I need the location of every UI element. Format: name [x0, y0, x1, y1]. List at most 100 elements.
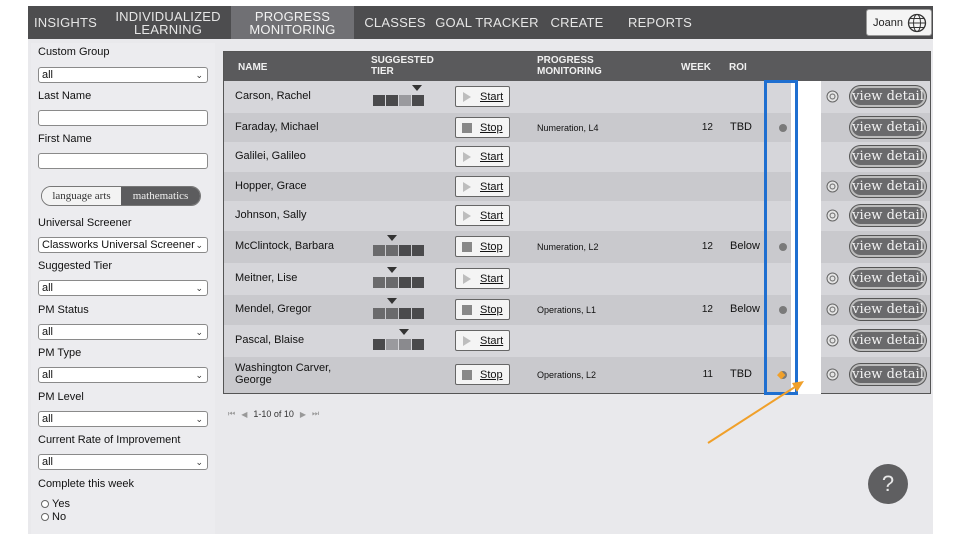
screener-select[interactable]: Classworks Universal Screener ⌄ [38, 237, 208, 253]
settings-icon[interactable] [826, 90, 839, 103]
roi-value: Below [730, 303, 760, 315]
stop-button[interactable]: Stop [455, 364, 510, 385]
last-page-icon[interactable]: ⏭ [312, 409, 319, 419]
status-dot-icon [779, 243, 787, 251]
start-button[interactable]: Start [455, 146, 510, 167]
play-icon [463, 152, 471, 162]
nav-individualized-learning[interactable]: INDIVIDUALIZED LEARNING [108, 6, 228, 39]
custom-group-label: Custom Group [38, 46, 110, 58]
suggested-tier-indicator [373, 235, 425, 256]
student-name[interactable]: Washington Carver, George [235, 362, 331, 386]
settings-icon[interactable] [826, 272, 839, 285]
pager-range: 1-10 of 10 [253, 409, 294, 419]
view-detail-button[interactable]: view detail [850, 236, 926, 257]
week-value: 12 [701, 121, 713, 133]
header-week[interactable]: WEEK [681, 62, 711, 73]
complete-yes-radio[interactable]: Yes [41, 498, 70, 510]
settings-icon[interactable] [826, 209, 839, 222]
prev-page-icon[interactable]: ◀ [241, 410, 247, 419]
student-name[interactable]: Johnson, Sally [235, 209, 307, 221]
complete-week-label: Complete this week [38, 478, 134, 490]
button-label: Stop [480, 369, 503, 381]
suggested-tier-indicator [373, 267, 425, 288]
header-tier[interactable]: SUGGESTED TIER [371, 55, 434, 77]
start-button[interactable]: Start [455, 205, 510, 226]
subject-toggle: language arts mathematics [41, 186, 201, 206]
tier-segment [399, 277, 411, 288]
settings-icon[interactable] [826, 368, 839, 381]
stop-icon [462, 370, 472, 380]
tier-segment [373, 277, 385, 288]
student-name[interactable]: Pascal, Blaise [235, 334, 304, 346]
rate-value: all [42, 456, 54, 468]
header-pm[interactable]: PROGRESS MONITORING [537, 55, 602, 77]
settings-icon[interactable] [826, 334, 839, 347]
start-button[interactable]: Start [455, 86, 510, 107]
button-label: Start [480, 151, 504, 163]
view-detail-button[interactable]: view detail [850, 116, 926, 138]
stop-button[interactable]: Stop [455, 116, 510, 138]
user-menu-button[interactable]: Joann [866, 9, 932, 36]
header-pm-line1: PROGRESS [537, 55, 594, 66]
start-button[interactable]: Start [455, 175, 510, 197]
student-name[interactable]: McClintock, Barbara [235, 240, 334, 252]
tier-filter-label: Suggested Tier [38, 260, 112, 272]
rate-select[interactable]: all ⌄ [38, 454, 208, 470]
tier-filter-select[interactable]: all ⌄ [38, 280, 208, 296]
view-detail-button[interactable]: view detail [850, 175, 926, 197]
start-button[interactable]: Start [455, 268, 510, 289]
nav-classes[interactable]: CLASSES [361, 6, 429, 39]
first-page-icon[interactable]: ⏮ [228, 409, 235, 419]
stop-button[interactable]: Stop [455, 236, 510, 257]
view-detail-button[interactable]: view detail [850, 330, 926, 351]
pm-level-select[interactable]: all ⌄ [38, 411, 208, 427]
button-label: Start [480, 91, 504, 103]
globe-icon [907, 13, 927, 33]
nav-progress-line1: PROGRESS [254, 8, 331, 24]
nav-reports[interactable]: REPORTS [626, 6, 694, 39]
view-detail-button[interactable]: view detail [850, 146, 926, 167]
student-name[interactable]: Galilei, Galileo [235, 150, 306, 162]
chevron-down-icon: ⌄ [195, 70, 203, 80]
subject-mathematics[interactable]: mathematics [121, 187, 200, 205]
start-button[interactable]: Start [455, 330, 510, 351]
suggested-tier-indicator [373, 329, 425, 350]
pm-type-select[interactable]: all ⌄ [38, 367, 208, 383]
student-name[interactable]: Hopper, Grace [235, 180, 307, 192]
warning-icon[interactable]: ◆ [777, 368, 785, 381]
student-name[interactable]: Mendel, Gregor [235, 303, 311, 315]
header-roi[interactable]: ROI [729, 62, 747, 73]
first-name-input[interactable] [38, 153, 208, 169]
settings-icon[interactable] [826, 303, 839, 316]
view-detail-button[interactable]: view detail [850, 364, 926, 385]
nav-progress-monitoring[interactable]: PROGRESS MONITORING [231, 6, 354, 39]
nav-create[interactable]: CREATE [546, 6, 608, 39]
custom-group-select[interactable]: all ⌄ [38, 67, 208, 83]
student-name[interactable]: Faraday, Michael [235, 121, 319, 133]
complete-no-radio[interactable]: No [41, 511, 66, 523]
nav-goal-tracker[interactable]: GOAL TRACKER [435, 6, 539, 39]
roi-value: TBD [730, 120, 752, 133]
screener-value: Classworks Universal Screener [42, 239, 195, 251]
next-page-icon[interactable]: ▶ [300, 410, 306, 419]
view-detail-button[interactable]: view detail [850, 268, 926, 289]
view-detail-button[interactable]: view detail [850, 86, 926, 107]
stop-button[interactable]: Stop [455, 299, 510, 320]
pm-status-select[interactable]: all ⌄ [38, 324, 208, 340]
subject-language-arts[interactable]: language arts [42, 187, 121, 205]
help-button[interactable]: ? [868, 464, 908, 504]
tier-marker-icon [412, 85, 422, 91]
chevron-down-icon: ⌄ [195, 370, 203, 380]
play-icon [463, 181, 471, 192]
settings-icon[interactable] [826, 180, 839, 193]
student-name[interactable]: Carson, Rachel [235, 90, 311, 102]
student-name[interactable]: Meitner, Lise [235, 272, 297, 284]
last-name-input[interactable] [38, 110, 208, 126]
header-name[interactable]: NAME [238, 62, 267, 73]
view-detail-button[interactable]: view detail [850, 299, 926, 320]
stop-icon [462, 242, 472, 252]
nav-progress-line2: MONITORING [249, 21, 336, 37]
table-row: Hopper, Grace Start view detail [224, 172, 930, 201]
view-detail-button[interactable]: view detail [850, 205, 926, 226]
nav-insights[interactable]: INSIGHTS [28, 6, 103, 39]
